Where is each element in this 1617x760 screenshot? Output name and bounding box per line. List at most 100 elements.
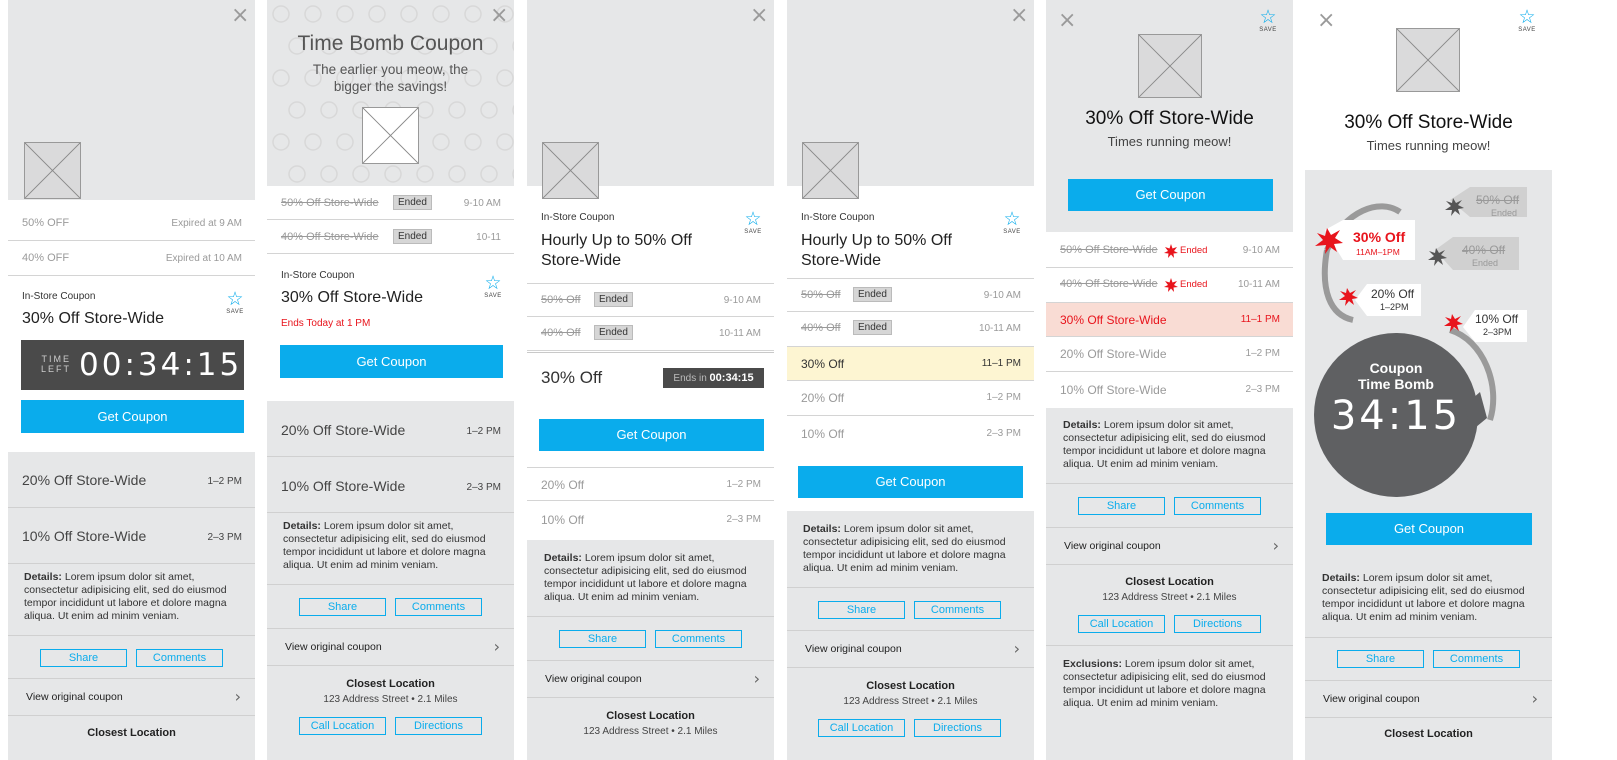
- upcoming-row-time: 1–2 PM: [1245, 348, 1280, 359]
- ended-row: 40% Off Ended 10-11 AM: [787, 312, 1034, 347]
- closest-location-heading: Closest Location: [87, 727, 176, 739]
- save-button[interactable]: ☆ SAVE: [997, 210, 1027, 236]
- details-text: Details: Lorem ipsum dolor sit amet, con…: [283, 520, 486, 571]
- comments-button[interactable]: Comments: [136, 649, 223, 667]
- expired-row-time: Expired at 9 AM: [171, 218, 242, 229]
- save-button[interactable]: ☆ SAVE: [220, 290, 250, 316]
- get-coupon-button[interactable]: Get Coupon: [1326, 513, 1532, 545]
- save-button[interactable]: ☆ SAVE: [478, 274, 508, 300]
- upcoming-row-time: 1–2 PM: [986, 392, 1021, 403]
- close-icon[interactable]: ×: [1010, 5, 1028, 27]
- call-location-button[interactable]: Call Location: [1078, 615, 1165, 633]
- upcoming-row-label: 10% Off: [801, 427, 845, 441]
- directions-button[interactable]: Directions: [395, 717, 482, 735]
- thumbnail-placeholder: [24, 142, 81, 199]
- directions-button[interactable]: Directions: [914, 719, 1001, 737]
- close-icon[interactable]: ×: [1317, 10, 1335, 32]
- time-bomb-graphic: [1314, 187, 1527, 497]
- banner-subtitle: The earlier you meow, the bigger the savi…: [312, 62, 469, 94]
- alarm-clock-icon: [304, 5, 322, 23]
- directions-button[interactable]: Directions: [1174, 615, 1261, 633]
- view-original-link[interactable]: View original coupon ›: [787, 630, 1034, 668]
- comments-button[interactable]: Comments: [914, 601, 1001, 619]
- coupon-subtitle: Times running meow!: [1107, 134, 1232, 149]
- tag-10-label: 10% Off: [1475, 312, 1519, 326]
- get-coupon-button[interactable]: Get Coupon: [280, 345, 503, 378]
- ended-row-time: 9-10 AM: [1242, 245, 1280, 256]
- comments-button[interactable]: Comments: [1174, 497, 1261, 515]
- coupon-title: 30% Off Store-Wide: [22, 310, 164, 327]
- upcoming-row: 20% Off Store-Wide 1–2 PM: [1046, 337, 1293, 372]
- share-button[interactable]: Share: [1078, 497, 1165, 515]
- upcoming-row: 10% Off 2–3 PM: [787, 416, 1034, 452]
- alarm-clock-icon: [448, 101, 466, 119]
- closest-location-heading: Closest Location: [866, 680, 955, 692]
- ended-row-label: 40% Off: [541, 327, 581, 339]
- coupon-title: 30% Off Store-Wide: [1085, 108, 1254, 129]
- share-button[interactable]: Share: [559, 630, 646, 648]
- share-button[interactable]: Share: [299, 598, 386, 616]
- upcoming-row-time: 1–2 PM: [466, 426, 501, 437]
- ended-row-time: 9-10 AM: [723, 295, 761, 306]
- view-original-link[interactable]: View original coupon ›: [1305, 680, 1552, 718]
- share-button[interactable]: Share: [40, 649, 127, 667]
- view-original-link[interactable]: View original coupon ›: [8, 678, 255, 716]
- get-coupon-button[interactable]: Get Coupon: [21, 400, 244, 433]
- ended-row-time: 9-10 AM: [983, 290, 1021, 301]
- chevron-right-icon: ›: [1013, 639, 1020, 658]
- ended-label: Ended: [1180, 245, 1208, 256]
- save-button[interactable]: ☆ SAVE: [738, 208, 768, 236]
- view-original-label: View original coupon: [26, 691, 123, 703]
- expired-row: 50% OFF Expired at 9 AM: [8, 206, 255, 241]
- star-icon: ☆: [744, 208, 762, 230]
- panel-1: × 50% OFF Expired at 9 AM 40% OFF Expire…: [8, 0, 255, 760]
- call-location-button[interactable]: Call Location: [818, 719, 905, 737]
- chevron-right-icon: ›: [1531, 689, 1538, 708]
- comments-button[interactable]: Comments: [1433, 650, 1520, 668]
- view-original-link[interactable]: View original coupon ›: [267, 628, 514, 666]
- save-button[interactable]: ☆ SAVE: [1253, 8, 1283, 34]
- alarm-clock-icon: [336, 133, 354, 151]
- share-button[interactable]: Share: [1337, 650, 1424, 668]
- coupon-title: Hourly Up to 50% Off Store-Wide: [541, 232, 692, 269]
- address-text: 123 Address Street • 2.1 Miles: [843, 696, 978, 707]
- burst-icon: [1428, 248, 1447, 266]
- current-deal-time: 11–1 PM: [981, 358, 1021, 369]
- details-text: Details: Lorem ipsum dolor sit amet, con…: [544, 552, 747, 603]
- get-coupon-button[interactable]: Get Coupon: [798, 466, 1023, 498]
- divider: [1305, 637, 1552, 638]
- alarm-clock-icon: [432, 133, 450, 151]
- share-button[interactable]: Share: [818, 601, 905, 619]
- upcoming-row: 10% Off Store-Wide 2–3 PM: [1046, 372, 1293, 408]
- comments-button[interactable]: Comments: [655, 630, 742, 648]
- close-icon[interactable]: ×: [231, 5, 249, 27]
- tag-40-sub: Ended: [1472, 258, 1499, 268]
- in-store-label: In-Store Coupon: [22, 291, 96, 302]
- upcoming-row-label: 10% Off: [541, 513, 585, 527]
- tag-20-label: 20% Off: [1371, 287, 1415, 301]
- view-original-link[interactable]: View original coupon ›: [527, 660, 774, 698]
- view-original-label: View original coupon: [1064, 540, 1161, 552]
- comments-button[interactable]: Comments: [395, 598, 482, 616]
- view-original-link[interactable]: View original coupon ›: [1046, 527, 1293, 565]
- close-icon[interactable]: ×: [490, 5, 508, 27]
- ended-badge: Ended: [594, 325, 633, 340]
- ended-row-time: 10-11 AM: [718, 328, 761, 339]
- thumbnail-placeholder: [542, 142, 599, 199]
- expired-row: 40% OFF Expired at 10 AM: [8, 241, 255, 276]
- ended-row-label: 50% Off Store-Wide: [1060, 244, 1158, 256]
- save-label: SAVE: [744, 229, 762, 235]
- burst-icon: [1445, 198, 1464, 216]
- address-text: 123 Address Street • 2.1 Miles: [583, 726, 718, 737]
- alarm-clock-icon: [464, 5, 482, 23]
- upcoming-row-label: 10% Off Store-Wide: [1060, 383, 1167, 397]
- call-location-button[interactable]: Call Location: [299, 717, 386, 735]
- close-icon[interactable]: ×: [1058, 10, 1076, 32]
- chevron-right-icon: ›: [234, 687, 241, 706]
- ended-badge: Ended: [853, 287, 892, 302]
- save-button[interactable]: ☆ SAVE: [1512, 8, 1542, 34]
- get-coupon-button[interactable]: Get Coupon: [539, 419, 764, 451]
- get-coupon-button[interactable]: Get Coupon: [1068, 179, 1273, 211]
- close-icon[interactable]: ×: [750, 5, 768, 27]
- upcoming-row: 10% Off Store-Wide 2–3 PM: [267, 457, 514, 513]
